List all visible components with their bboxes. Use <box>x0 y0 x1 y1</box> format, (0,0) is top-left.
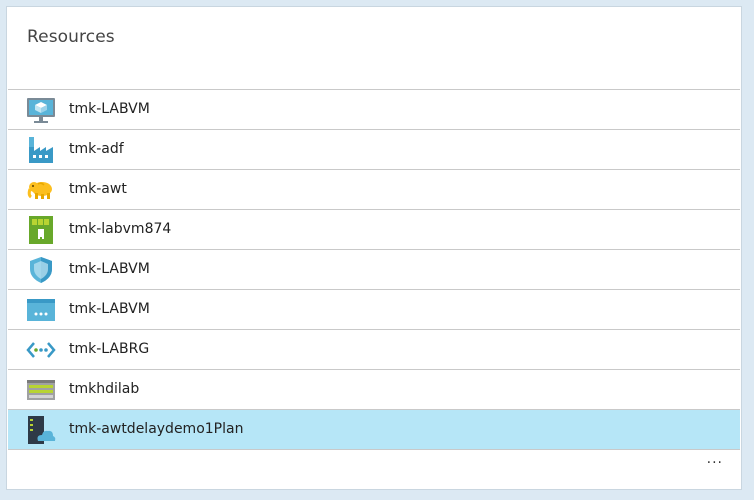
resource-name: tmk-LABVM <box>69 101 150 117</box>
resource-name: tmk-LABRG <box>69 341 150 357</box>
resource-name: tmkhdilab <box>69 381 140 397</box>
resource-row-6[interactable]: tmk-LABRG <box>8 330 740 370</box>
resource-row-0[interactable]: tmk-LABVM <box>8 90 740 130</box>
more-button[interactable]: ... <box>707 451 723 467</box>
virtual-machine-icon <box>26 95 56 125</box>
resource-name: tmk-LABVM <box>69 261 150 277</box>
data-factory-icon <box>26 135 56 165</box>
resource-row-1[interactable]: tmk-adf <box>8 130 740 170</box>
resource-name: tmk-awtdelaydemo1Plan <box>69 421 244 437</box>
resource-row-4[interactable]: tmk-LABVM <box>8 250 740 290</box>
storage-account-icon <box>26 375 56 405</box>
resource-row-8[interactable]: tmk-awtdelaydemo1Plan <box>8 410 740 450</box>
app-service-plan-icon <box>26 415 56 445</box>
resource-name: tmk-LABVM <box>69 301 150 317</box>
public-ip-icon <box>26 295 56 325</box>
virtual-network-icon <box>26 335 56 365</box>
resource-row-2[interactable]: tmk-awt <box>8 170 740 210</box>
blade-title: Resources <box>27 27 115 47</box>
resource-row-5[interactable]: tmk-LABVM <box>8 290 740 330</box>
resource-row-7[interactable]: tmkhdilab <box>8 370 740 410</box>
resource-name: tmk-labvm874 <box>69 221 172 237</box>
resource-name: tmk-awt <box>69 181 127 197</box>
network-interface-icon <box>26 215 56 245</box>
hdinsight-elephant-icon <box>26 175 56 205</box>
resource-row-3[interactable]: tmk-labvm874 <box>8 210 740 250</box>
network-security-group-icon <box>26 255 56 285</box>
resources-blade: Resources tmk-LABVM tmk-adf tmk-awt tmk-… <box>6 6 742 490</box>
resource-list: tmk-LABVM tmk-adf tmk-awt tmk-labvm874 t… <box>8 89 740 450</box>
resource-name: tmk-adf <box>69 141 124 157</box>
